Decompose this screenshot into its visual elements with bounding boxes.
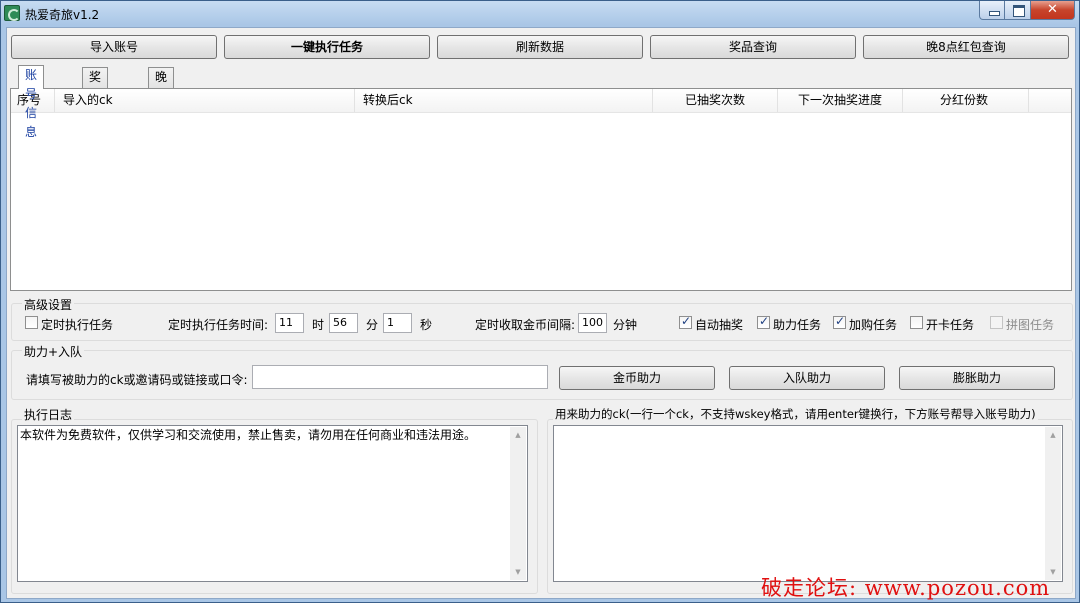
add-cart-task-label: 加购任务 [849,318,898,332]
run-all-tasks-button[interactable]: 一键执行任务 [224,35,430,59]
hour-input[interactable]: 11 [275,313,304,333]
column-header[interactable]: 分红份数 [903,89,1029,112]
title-bar[interactable]: 热爱奇旅v1.2 ✕ [1,1,1079,27]
assist-task-label: 助力任务 [773,318,822,332]
window-controls: ✕ [979,1,1075,20]
client-area: 导入账号 一键执行任务 刷新数据 奖品查询 晚8点红包查询 账号信息 奖品信息 … [6,27,1076,599]
assist-join-title: 助力+入队 [22,343,85,360]
assist-task-checkbox[interactable] [757,314,770,329]
column-header[interactable]: 转换后ck [355,89,653,112]
main-window: 热爱奇旅v1.2 ✕ 导入账号 一键执行任务 刷新数据 奖品查询 晚8点红包查询… [0,0,1080,603]
auto-lottery-checkbox[interactable] [679,314,692,329]
coin-assist-button[interactable]: 金币助力 [559,366,715,390]
expand-assist-button[interactable]: 膨胀助力 [899,366,1055,390]
app-icon [4,5,20,21]
schedule-time-label: 定时执行任务时间: [168,318,269,332]
minimize-button[interactable] [979,1,1005,20]
assist-ck-title: 用来助力的ck(一行一个ck，不支持wskey格式，请用enter键换行，下方账… [553,406,1038,422]
coin-interval-label: 定时收取金币间隔: [475,318,576,332]
open-card-task-checkbox[interactable] [910,316,923,329]
assist-target-label: 请填写被助力的ck或邀请码或链接或口令: [26,373,248,387]
import-accounts-button[interactable]: 导入账号 [11,35,217,59]
scheduled-task-label: 定时执行任务 [41,318,114,332]
auto-lottery-label: 自动抽奖 [695,318,744,332]
evening-redpacket-query-button[interactable]: 晚8点红包查询 [863,35,1069,59]
column-header[interactable]: 下一次抽奖进度 [778,89,903,112]
open-card-task-label: 开卡任务 [926,318,975,332]
minute-unit: 分 [366,318,379,332]
scroll-down-icon[interactable]: ▼ [510,564,526,580]
coin-interval-unit: 分钟 [613,318,638,332]
add-cart-task-checkbox[interactable] [833,314,846,329]
close-button[interactable]: ✕ [1031,1,1075,20]
column-header[interactable]: 导入的ck [55,89,355,112]
second-input[interactable]: 1 [383,313,412,333]
account-grid[interactable]: 序号 导入的ck 转换后ck 已抽奖次数 下一次抽奖进度 分红份数 [10,88,1072,291]
join-team-assist-button[interactable]: 入队助力 [729,366,885,390]
column-header[interactable]: 已抽奖次数 [653,89,778,112]
execution-log-textbox[interactable]: 本软件为免费软件，仅供学习和交流使用，禁止售卖，请勿用在任何商业和违法用途。 ▲… [17,425,528,582]
hour-unit: 时 [312,318,325,332]
execution-log-title: 执行日志 [22,406,75,423]
maximize-button[interactable] [1005,1,1031,20]
scroll-up-icon[interactable]: ▲ [510,427,526,443]
scheduled-task-checkbox[interactable] [25,316,38,329]
assist-ck-scrollbar[interactable]: ▲ ▼ [1045,427,1061,580]
forum-watermark: 破走论坛: www.pozou.com [761,576,1051,600]
log-scrollbar[interactable]: ▲ ▼ [510,427,526,580]
assist-ck-textbox[interactable]: ▲ ▼ [553,425,1063,582]
grid-header: 序号 导入的ck 转换后ck 已抽奖次数 下一次抽奖进度 分红份数 [11,89,1071,113]
minute-input[interactable]: 56 [329,313,358,333]
puzzle-task-label: 拼图任务 [1006,318,1055,332]
tab-prize-info[interactable]: 奖品信息 [82,67,109,141]
log-text: 本软件为免费软件，仅供学习和交流使用，禁止售卖，请勿用在任何商业和违法用途。 [20,428,477,442]
second-unit: 秒 [420,318,433,332]
advanced-settings-title: 高级设置 [22,296,75,313]
window-title: 热爱奇旅v1.2 [25,8,100,22]
prize-query-button[interactable]: 奖品查询 [650,35,856,59]
close-icon: ✕ [1047,2,1058,17]
coin-interval-input[interactable]: 100 [578,313,607,333]
tab-account-info[interactable]: 账号信息 [18,65,45,139]
refresh-data-button[interactable]: 刷新数据 [437,35,643,59]
tab-evening-redpacket[interactable]: 晚8点红包 [148,67,175,160]
assist-target-input[interactable] [252,365,548,389]
scroll-up-icon[interactable]: ▲ [1045,427,1061,443]
puzzle-task-checkbox [990,316,1003,329]
